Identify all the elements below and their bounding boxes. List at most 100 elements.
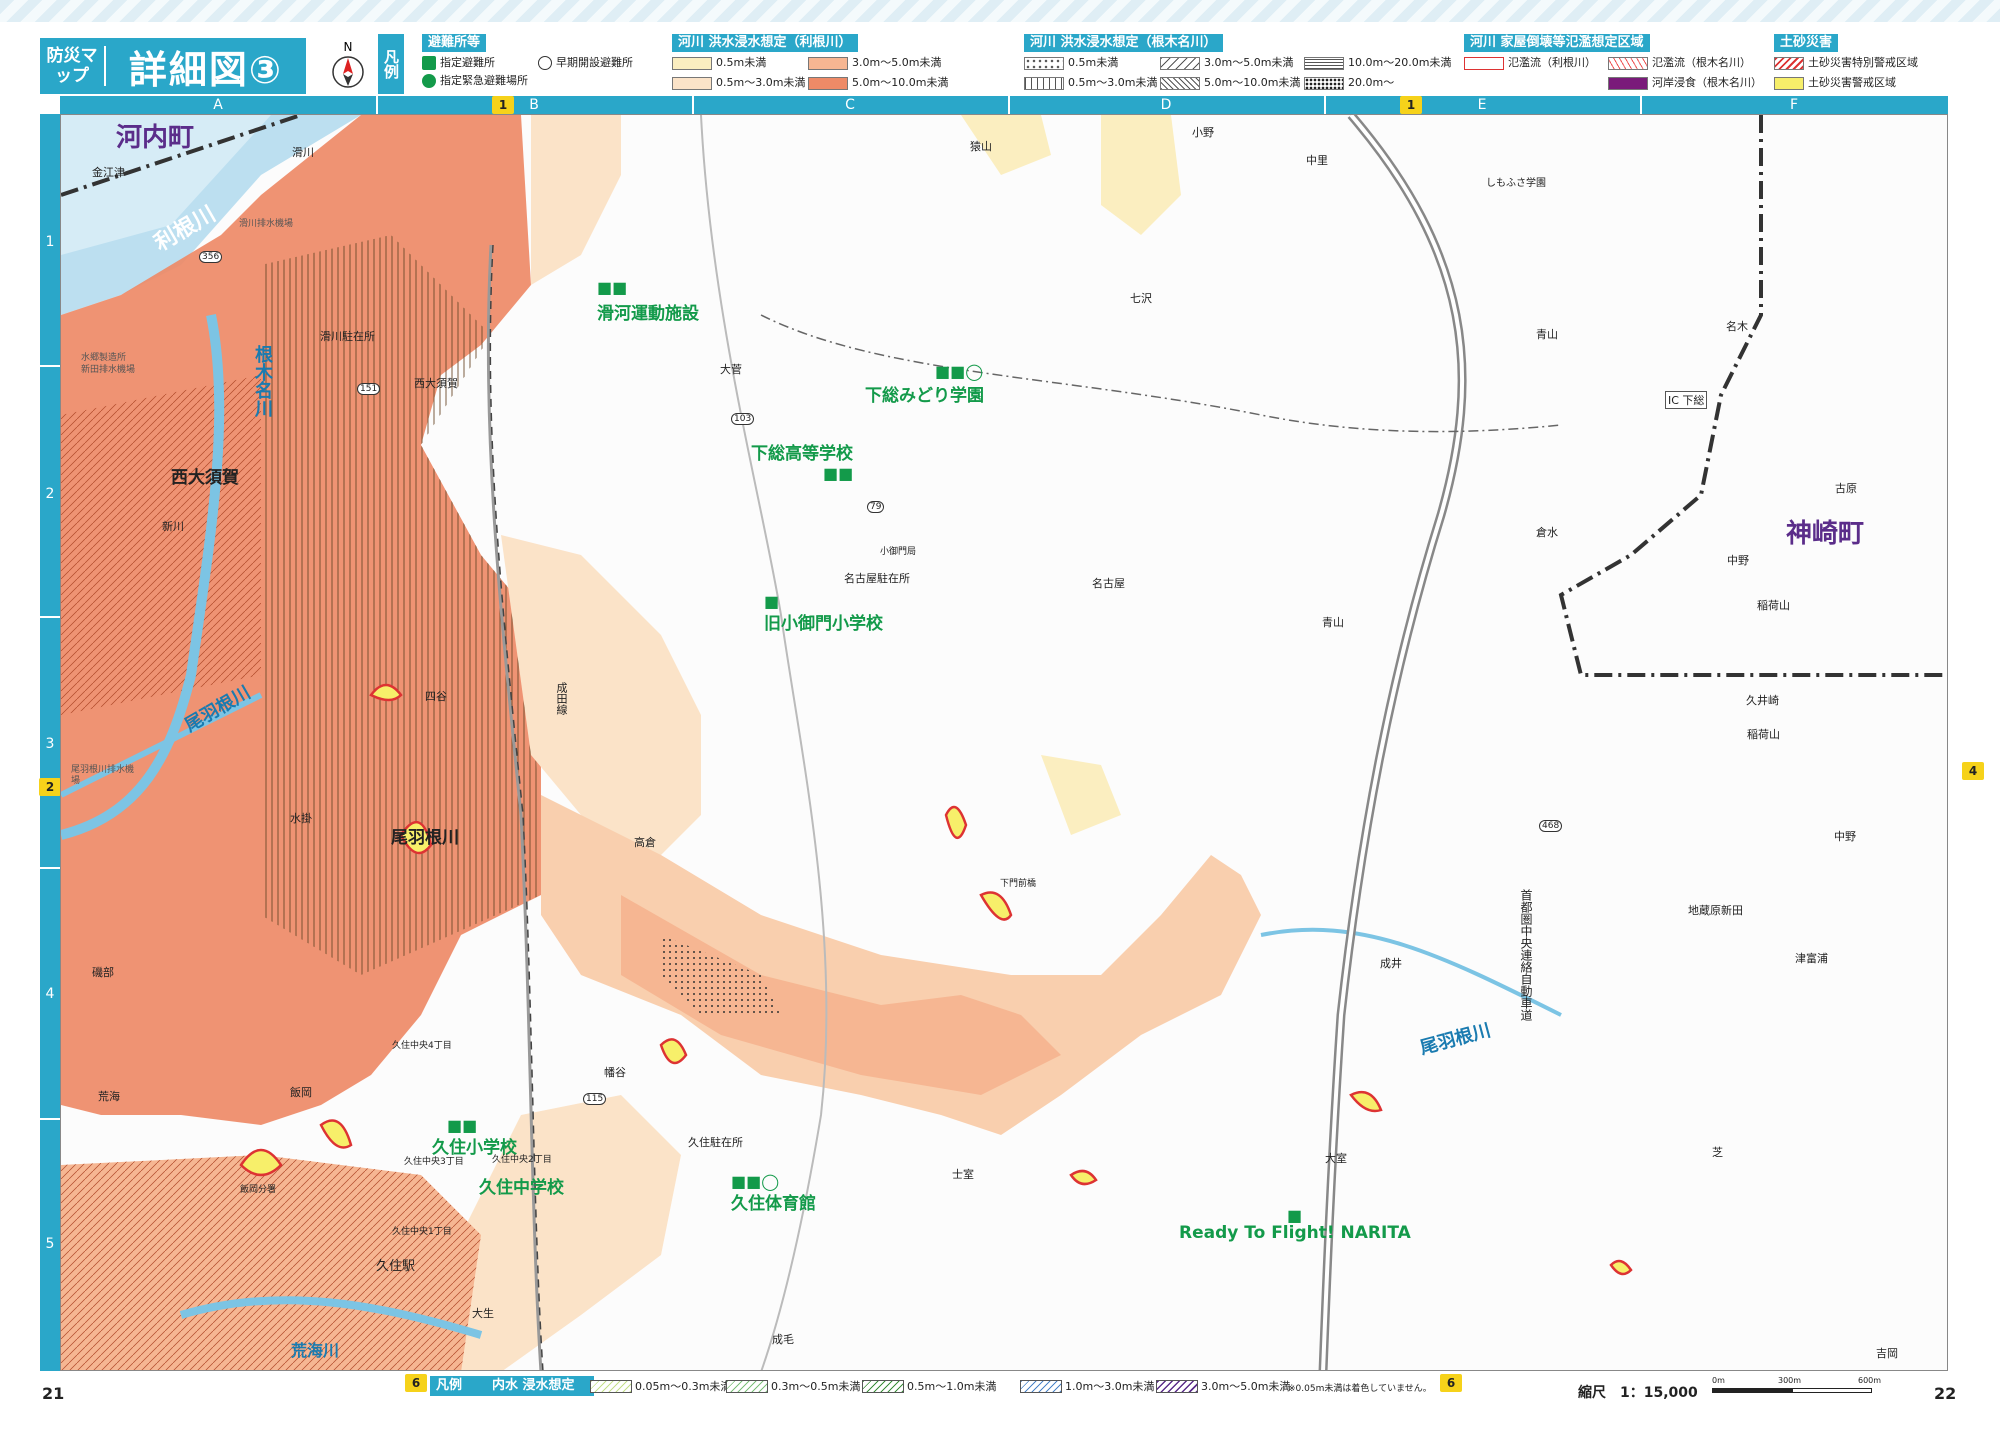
swatch	[1464, 56, 1504, 70]
facility-small-label: 尾羽根川排水機場	[71, 765, 135, 786]
bottom-legend-item-0: 0.05m～0.3m未満	[590, 1378, 731, 1394]
legend-collapse-text-0: 氾濫流（利根川）	[1508, 56, 1596, 69]
place-label: 大菅	[720, 363, 742, 376]
facility-label[interactable]: 久住中学校	[479, 1173, 564, 1198]
place-label: 滑川	[292, 146, 314, 159]
swatch	[1774, 56, 1804, 70]
legend-collapse-text-1: 氾濫流（根木名川）	[1652, 56, 1751, 69]
swatch	[590, 1379, 632, 1393]
station-label: 西大須賀	[171, 468, 239, 488]
station-label: 尾羽根川	[391, 828, 459, 848]
swatch	[1160, 56, 1200, 70]
legend-tone-item-2: 0.5m～3.0m未満	[672, 76, 805, 90]
scale-segment	[1792, 1388, 1872, 1393]
place-label: 久井崎	[1746, 694, 1779, 707]
route-badge: 103	[731, 413, 755, 425]
legend-nekina-text-4: 5.0m～10.0m未満	[1204, 76, 1301, 89]
map-title: 防災マップ 詳細図③	[40, 38, 306, 94]
legend-nekina-text-0: 0.5m未満	[1068, 56, 1119, 69]
legend-shelter-heading: 避難所等	[422, 34, 487, 52]
legend-landslide-text-0: 土砂災害特別警戒区域	[1808, 56, 1918, 69]
bottom-legend-text-1: 0.3m～0.5m未満	[771, 1380, 861, 1393]
shelter-icon[interactable]: ■■	[447, 1113, 477, 1139]
swatch	[808, 56, 848, 70]
legend-nekina-item-5: 20.0m～	[1304, 76, 1394, 90]
route-badge: 115	[583, 1093, 607, 1105]
swatch	[1774, 76, 1804, 90]
legend-tone-item-3: 5.0m～10.0m未満	[808, 76, 948, 90]
place-label: 地蔵原新田	[1688, 904, 1743, 917]
place-label: しもふさ学園	[1486, 178, 1546, 189]
grid-col-c: C	[845, 97, 855, 113]
place-label: 久住中央2丁目	[492, 1155, 552, 1165]
legend-landslide-heading: 土砂災害	[1774, 34, 1839, 52]
top-decorative-strip	[0, 0, 2000, 22]
map-area[interactable]: 河内町 神崎町 利根川 根木名川 尾羽根川 尾羽根川 荒海川 西大須賀 尾羽根川…	[60, 114, 1948, 1371]
legend-tone-item-0: 0.5m未満	[672, 56, 766, 70]
legend-bar: 凡例 避難所等 指定避難所 指定緊急避難場所 早期開設避難所 河川 洪水浸水想定…	[378, 34, 1948, 96]
legend-nekina-text-3: 0.5m～3.0m未満	[1068, 76, 1158, 89]
facility-label[interactable]: 旧小御門小学校	[764, 609, 883, 634]
shelter-icon[interactable]: ■	[764, 589, 779, 615]
town-label: 神崎町	[1786, 519, 1865, 549]
legend-tone-item-1: 3.0m～5.0m未満	[808, 56, 941, 70]
place-label: 津富浦	[1795, 952, 1828, 965]
shelter-icon[interactable]: ■■	[597, 275, 627, 301]
bottom-legend-text-4: 3.0m～5.0m未満	[1201, 1380, 1291, 1393]
page-ref-marker[interactable]: 1	[1400, 96, 1422, 114]
legend-collapse-text-2: 河岸浸食（根木名川）	[1652, 76, 1762, 89]
legend-emergency-text: 指定緊急避難場所	[440, 74, 528, 87]
place-label: 飯岡	[290, 1086, 312, 1099]
shelter-icon[interactable]: ■	[1287, 1203, 1302, 1229]
legend-tone-text-1: 3.0m～5.0m未満	[852, 56, 942, 69]
place-label: 名木	[1726, 320, 1748, 333]
place-label: 稲荷山	[1747, 728, 1780, 741]
place-label: 幡谷	[604, 1066, 626, 1079]
place-label: 飯岡分署	[240, 1185, 277, 1195]
grid-row-bar: 1 2 3 4 5	[40, 114, 60, 1371]
place-label: 久住中央3丁目	[404, 1157, 464, 1167]
place-label: 金江津	[92, 166, 125, 179]
legend-collapse-item-1: 氾濫流（根木名川）	[1608, 56, 1751, 70]
page-ref-marker[interactable]: 2	[39, 778, 61, 796]
scale-segment	[1712, 1388, 1792, 1393]
shelter-icon[interactable]: ■■	[823, 461, 853, 487]
place-label: 中野	[1727, 554, 1749, 567]
facility-label[interactable]: 滑河運動施設	[597, 299, 699, 324]
scale-tick-label: 0m	[1712, 1376, 1725, 1385]
scale-bar: 縮尺 1：15,000 0m 300m 600m	[1578, 1376, 1958, 1406]
inland-flood-legend: 凡例 内水 浸水想定 0.05m～0.3m未満 0.3m～0.5m未満 0.5m…	[430, 1376, 1432, 1398]
legend-nekina-item-3: 0.5m～3.0m未満	[1024, 76, 1157, 90]
route-badge: 151	[357, 383, 381, 395]
place-label: 大室	[1325, 1152, 1347, 1165]
grid-row-4: 4	[45, 986, 55, 1002]
title-sub: 防災マップ	[40, 46, 106, 86]
legend-landslide-text-1: 土砂災害警戒区域	[1808, 76, 1896, 89]
place-label: 荒海	[98, 1090, 120, 1103]
early-open-icon	[538, 56, 552, 70]
page-ref-marker[interactable]: 1	[492, 96, 514, 114]
shelter-icon[interactable]: ■■◯	[731, 1169, 779, 1195]
page-ref-marker[interactable]: 6	[405, 1374, 427, 1392]
title-main: 詳細図③	[128, 47, 284, 92]
place-label: 久住中央4丁目	[392, 1041, 452, 1051]
page-number-left: 21	[42, 1384, 65, 1403]
interchange-label: IC 下総	[1665, 391, 1708, 409]
place-label: 小御門局	[880, 547, 917, 557]
shelter-icon[interactable]: ■■◯	[935, 359, 983, 385]
grid-col-b: B	[529, 97, 539, 113]
swatch	[1160, 76, 1200, 90]
page-ref-marker[interactable]: 6	[1440, 1374, 1462, 1392]
grid-col-d: D	[1160, 97, 1172, 113]
swatch	[1304, 76, 1344, 90]
bottom-legend-label: 凡例	[430, 1376, 486, 1396]
grid-col-e: E	[1477, 97, 1487, 113]
legend-landslide-item-1: 土砂災害警戒区域	[1774, 76, 1896, 90]
page-ref-marker[interactable]: 4	[1962, 762, 1984, 780]
bottom-legend-note: ※0.05m未満は着色していません。	[1288, 1384, 1432, 1394]
place-label: 久住駐在所	[688, 1136, 743, 1149]
legend-nekina-item-2: 10.0m～20.0m未満	[1304, 56, 1451, 70]
swatch	[1024, 76, 1064, 90]
grid-row-2: 2	[45, 486, 55, 502]
swatch	[1020, 1379, 1062, 1393]
